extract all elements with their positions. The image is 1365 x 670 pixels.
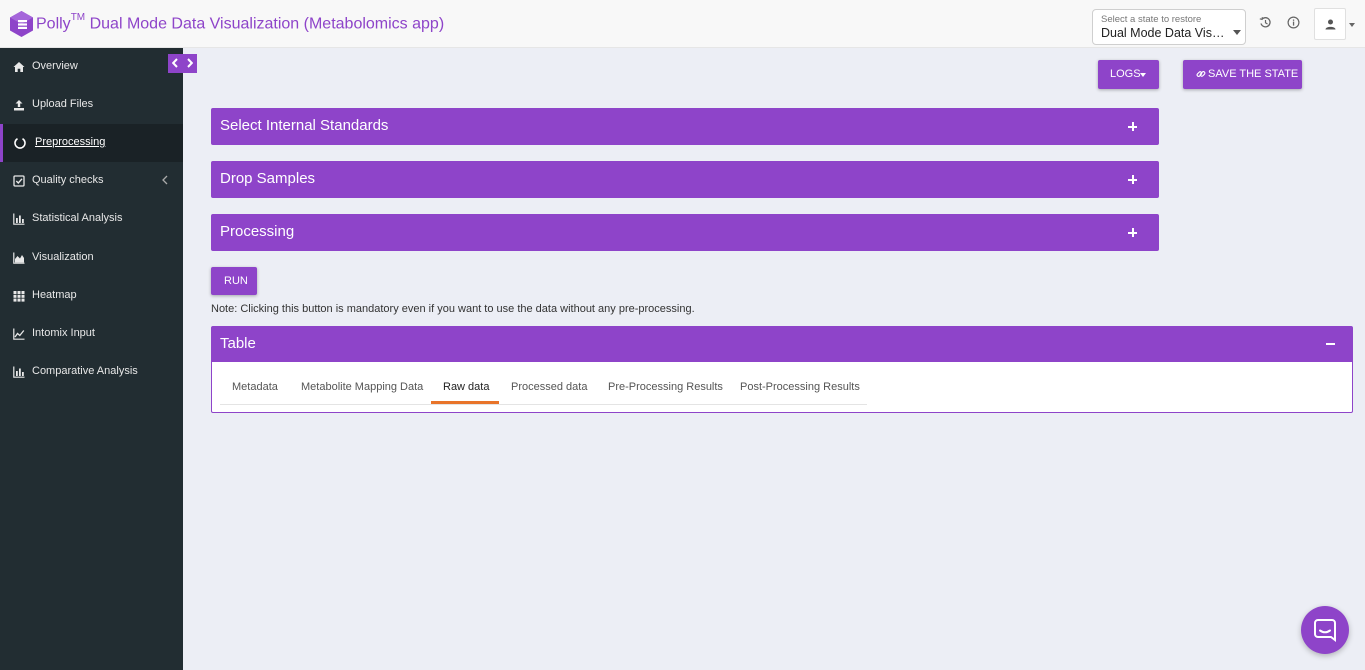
tab-metadata[interactable]: Metadata [232,381,278,393]
sidebar-item-label: Visualization [32,251,94,263]
sidebar-item-quality-checks[interactable]: Quality checks [0,162,183,200]
upload-icon [14,100,24,111]
sidebar-item-label: Preprocessing [35,136,106,148]
bar-chart-icon [13,366,25,378]
info-icon[interactable] [1287,16,1300,29]
save-button-label: SAVE THE STATE [1208,68,1299,80]
sidebar-item-label: Upload Files [32,98,94,110]
run-button-label: RUN [224,275,248,287]
panel-title: Processing [220,223,295,240]
app-title: PollyTM Dual Mode Data Visualization (Me… [36,12,445,33]
bar-chart-icon [13,213,25,225]
state-select-value: Dual Mode Data Visu... [1101,26,1229,40]
sidebar-item-label: Statistical Analysis [32,212,123,224]
tab-post-processing-results[interactable]: Post-Processing Results [740,381,860,393]
panel-title: Select Internal Standards [220,117,389,134]
tab-pre-processing-results[interactable]: Pre-Processing Results [608,381,723,393]
run-button[interactable]: RUN [211,267,257,295]
check-square-icon [13,175,25,187]
sidebar-item-comparative-analysis[interactable]: Comparative Analysis [0,353,183,391]
sidebar-item-label: Overview [32,60,78,72]
logs-button-label: LOGS [1110,68,1141,80]
sidebar-item-label: Comparative Analysis [32,365,138,377]
user-menu-button[interactable] [1314,8,1346,40]
chevron-left-icon [162,175,168,185]
sidebar-item-upload-files[interactable]: Upload Files [0,86,183,124]
grid-icon [13,291,25,302]
sidebar-item-statistical-analysis[interactable]: Statistical Analysis [0,200,183,238]
circle-notch-icon [14,138,26,149]
panel-title: Drop Samples [220,170,316,187]
home-icon [13,62,25,72]
state-select-label: Select a state to restore [1101,14,1202,25]
table-panel-header[interactable]: Table [212,327,1352,362]
sidebar-item-label: Quality checks [32,174,104,186]
plus-icon[interactable] [1128,122,1137,131]
area-chart-icon [13,252,25,264]
sidebar: Overview Upload Files Preprocessing Qual… [0,48,183,670]
sidebar-item-heatmap[interactable]: Heatmap [0,277,183,315]
sidebar-item-preprocessing[interactable]: Preprocessing [0,124,183,162]
chevron-left-icon [172,58,178,68]
sidebar-item-overview[interactable]: Overview [0,48,183,86]
state-restore-select[interactable]: Select a state to restore Dual Mode Data… [1092,9,1246,45]
polly-logo-icon [10,11,33,37]
table-panel: Table Metadata Metabolite Mapping Data R… [211,326,1353,413]
plus-icon[interactable] [1128,228,1137,237]
chat-icon [1314,619,1336,642]
panel-processing[interactable]: Processing [211,214,1159,251]
minus-icon[interactable] [1326,343,1335,345]
save-state-button[interactable]: SAVE THE STATE [1183,60,1302,89]
link-icon [1196,71,1206,77]
chevron-right-icon [187,58,193,68]
chat-launcher-button[interactable] [1301,606,1349,654]
tabs-divider [220,404,867,405]
sidebar-item-visualization[interactable]: Visualization [0,239,183,277]
history-icon[interactable] [1259,16,1272,29]
tab-raw-data[interactable]: Raw data [443,381,489,393]
panel-drop-samples[interactable]: Drop Samples [211,161,1159,198]
sidebar-item-label: Heatmap [32,289,77,301]
table-panel-title: Table [220,335,256,352]
active-tab-indicator [431,401,499,404]
caret-down-icon [1140,73,1146,77]
sidebar-collapse-toggle[interactable] [168,54,197,73]
sidebar-item-label: Intomix Input [32,327,95,339]
logs-button[interactable]: LOGS [1098,60,1159,89]
run-note: Note: Clicking this button is mandatory … [211,303,695,315]
plus-icon[interactable] [1128,175,1137,184]
app-header: PollyTM Dual Mode Data Visualization (Me… [0,0,1365,48]
line-chart-icon [13,328,25,340]
tab-processed-data[interactable]: Processed data [511,381,587,393]
user-icon [1325,19,1336,30]
panel-select-internal-standards[interactable]: Select Internal Standards [211,108,1159,145]
sidebar-item-intomix-input[interactable]: Intomix Input [0,315,183,353]
chevron-down-icon [1233,30,1241,35]
user-menu-caret-icon[interactable] [1349,23,1355,27]
tab-metabolite-mapping-data[interactable]: Metabolite Mapping Data [301,381,423,393]
